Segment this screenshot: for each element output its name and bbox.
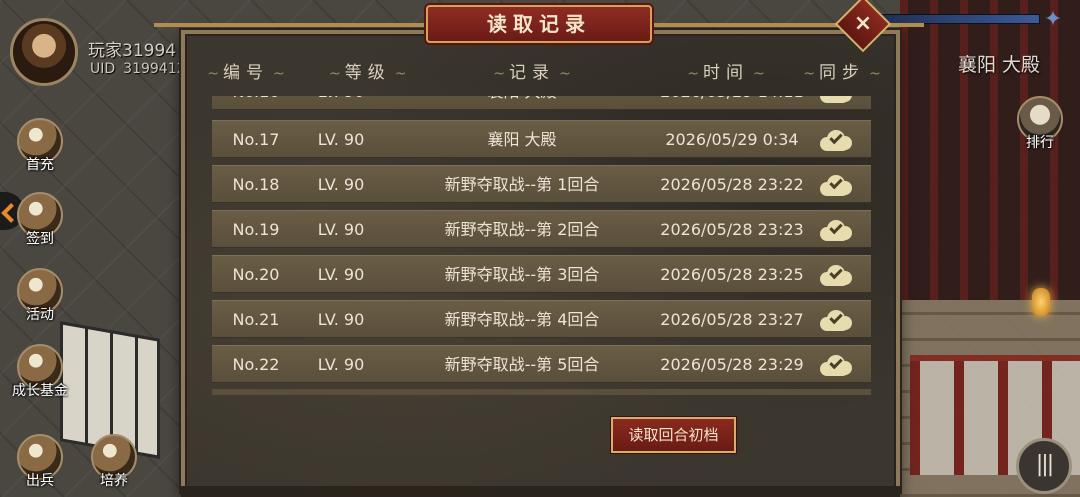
activity-button[interactable]: 活动 xyxy=(12,268,68,324)
record-time: 2026/05/29 0:34 xyxy=(665,130,799,149)
record-time: 2026/05/28 23:22 xyxy=(660,175,804,194)
record-level: LV. 90 xyxy=(317,310,365,329)
column-header-record: 记录 xyxy=(487,58,577,83)
record-number: No.22 xyxy=(232,355,280,374)
close-icon: × xyxy=(853,11,873,36)
avatar[interactable] xyxy=(10,18,78,86)
sync-status xyxy=(812,211,858,249)
cloud-check-icon xyxy=(820,174,852,196)
table-row[interactable]: No.18 LV. 90 新野夺取战--第 1回合 2026/05/28 23:… xyxy=(212,165,871,203)
table-row[interactable]: No.21 LV. 90 新野夺取战--第 4回合 2026/05/28 23:… xyxy=(212,300,871,338)
lantern-icon xyxy=(1032,288,1050,316)
record-level: LV. 90 xyxy=(317,130,365,149)
activity-label: 活动 xyxy=(26,307,54,323)
record-number: No.19 xyxy=(232,220,280,239)
sync-status xyxy=(812,346,858,384)
uid-label: UID xyxy=(90,61,116,77)
record-name: 新野夺取战--第 2回合 xyxy=(444,220,600,239)
sync-status xyxy=(812,96,858,111)
record-level: LV. 90 xyxy=(317,220,365,239)
record-level: LV. 90 xyxy=(317,355,365,374)
record-number: No.20 xyxy=(232,265,280,284)
record-level: LV. 90 xyxy=(317,175,365,194)
title-plate: 读取记录 xyxy=(426,5,652,43)
cultivate-button[interactable]: 培养 xyxy=(86,434,142,490)
cloud-check-icon xyxy=(820,129,852,151)
ranking-label: 排行 xyxy=(1026,135,1054,151)
record-time: 2026/05/28 23:25 xyxy=(660,265,804,284)
column-header-time: 时间 xyxy=(681,58,771,83)
uid-value: 3199412 xyxy=(123,61,186,77)
cloud-check-icon xyxy=(820,264,852,286)
sync-status xyxy=(812,121,858,159)
record-name: 襄阳 大殿 xyxy=(487,130,557,149)
first-recharge-button[interactable]: 首充 xyxy=(12,118,68,174)
record-name: 新野夺取战--第 3回合 xyxy=(444,265,600,284)
table-header: 编号 等级 记录 时间 同步 xyxy=(181,58,900,86)
record-time: 2026/05/28 23:29 xyxy=(660,355,804,374)
table-row[interactable]: No.17 LV. 90 襄阳 大殿 2026/05/29 0:34 xyxy=(212,120,871,158)
growth-fund-button[interactable]: 成长基金 xyxy=(6,344,74,400)
next-row-edge xyxy=(212,389,871,395)
player-uid: UID 3199412 xyxy=(90,61,186,77)
record-level: LV. 90 xyxy=(317,265,365,284)
sign-in-button[interactable]: 签到 xyxy=(12,192,68,248)
record-time: 2026/05/29 14:11 xyxy=(632,96,832,111)
dialog-title-bar: 读取记录 xyxy=(154,5,924,45)
record-time: 2026/05/28 23:27 xyxy=(660,310,804,329)
record-name: 新野夺取战--第 5回合 xyxy=(444,355,600,374)
record-number: No.18 xyxy=(232,175,280,194)
cloud-check-icon xyxy=(820,219,852,241)
record-name: 襄阳 大殿 xyxy=(382,96,662,111)
record-name: 新野夺取战--第 1回合 xyxy=(444,175,600,194)
more-menu-button[interactable]: ||| xyxy=(1016,438,1072,494)
table-row-partial[interactable]: No.16 LV. 90 襄阳 大殿 2026/05/29 14:11 xyxy=(212,96,871,110)
record-number: No.21 xyxy=(232,310,280,329)
cultivate-label: 培养 xyxy=(100,473,128,489)
record-name: 新野夺取战--第 4回合 xyxy=(444,310,600,329)
dialog-bottom-edge xyxy=(181,486,900,497)
record-time: 2026/05/28 23:23 xyxy=(660,220,804,239)
column-header-level: 等级 xyxy=(325,58,405,83)
record-number: No.16 xyxy=(212,96,300,111)
column-header-sync: 同步 xyxy=(797,58,887,83)
dialog-title: 读取记录 xyxy=(487,12,591,36)
title-ornament-left xyxy=(154,23,424,27)
location-label: 襄阳 大殿 xyxy=(958,54,1041,76)
column-header-number: 编号 xyxy=(201,58,291,83)
ranking-button[interactable]: 排行 xyxy=(1012,96,1068,152)
table-row[interactable]: No.19 LV. 90 新野夺取战--第 2回合 2026/05/28 23:… xyxy=(212,210,871,248)
sync-status xyxy=(812,166,858,204)
record-number: No.17 xyxy=(232,130,280,149)
growth-fund-label: 成长基金 xyxy=(12,383,68,399)
sync-status xyxy=(812,256,858,294)
table-row[interactable]: No.20 LV. 90 新野夺取战--第 3回合 2026/05/28 23:… xyxy=(212,255,871,293)
dispatch-troops-button[interactable]: 出兵 xyxy=(12,434,68,490)
dispatch-troops-label: 出兵 xyxy=(26,473,54,489)
wing-icon: ✦ xyxy=(1043,7,1063,32)
cloud-check-icon xyxy=(820,354,852,376)
sync-status xyxy=(812,301,858,339)
table-row[interactable]: No.22 LV. 90 新野夺取战--第 5回合 2026/05/28 23:… xyxy=(212,345,871,383)
record-level: LV. 90 xyxy=(300,96,382,111)
cloud-check-icon xyxy=(820,96,852,103)
sign-in-label: 签到 xyxy=(26,231,54,247)
cloud-check-icon xyxy=(820,309,852,331)
record-list[interactable]: No.16 LV. 90 襄阳 大殿 2026/05/29 14:11 No.1… xyxy=(212,96,871,394)
first-recharge-label: 首充 xyxy=(26,157,54,173)
load-round-initial-save-button[interactable]: 读取回合初档 xyxy=(611,417,736,453)
